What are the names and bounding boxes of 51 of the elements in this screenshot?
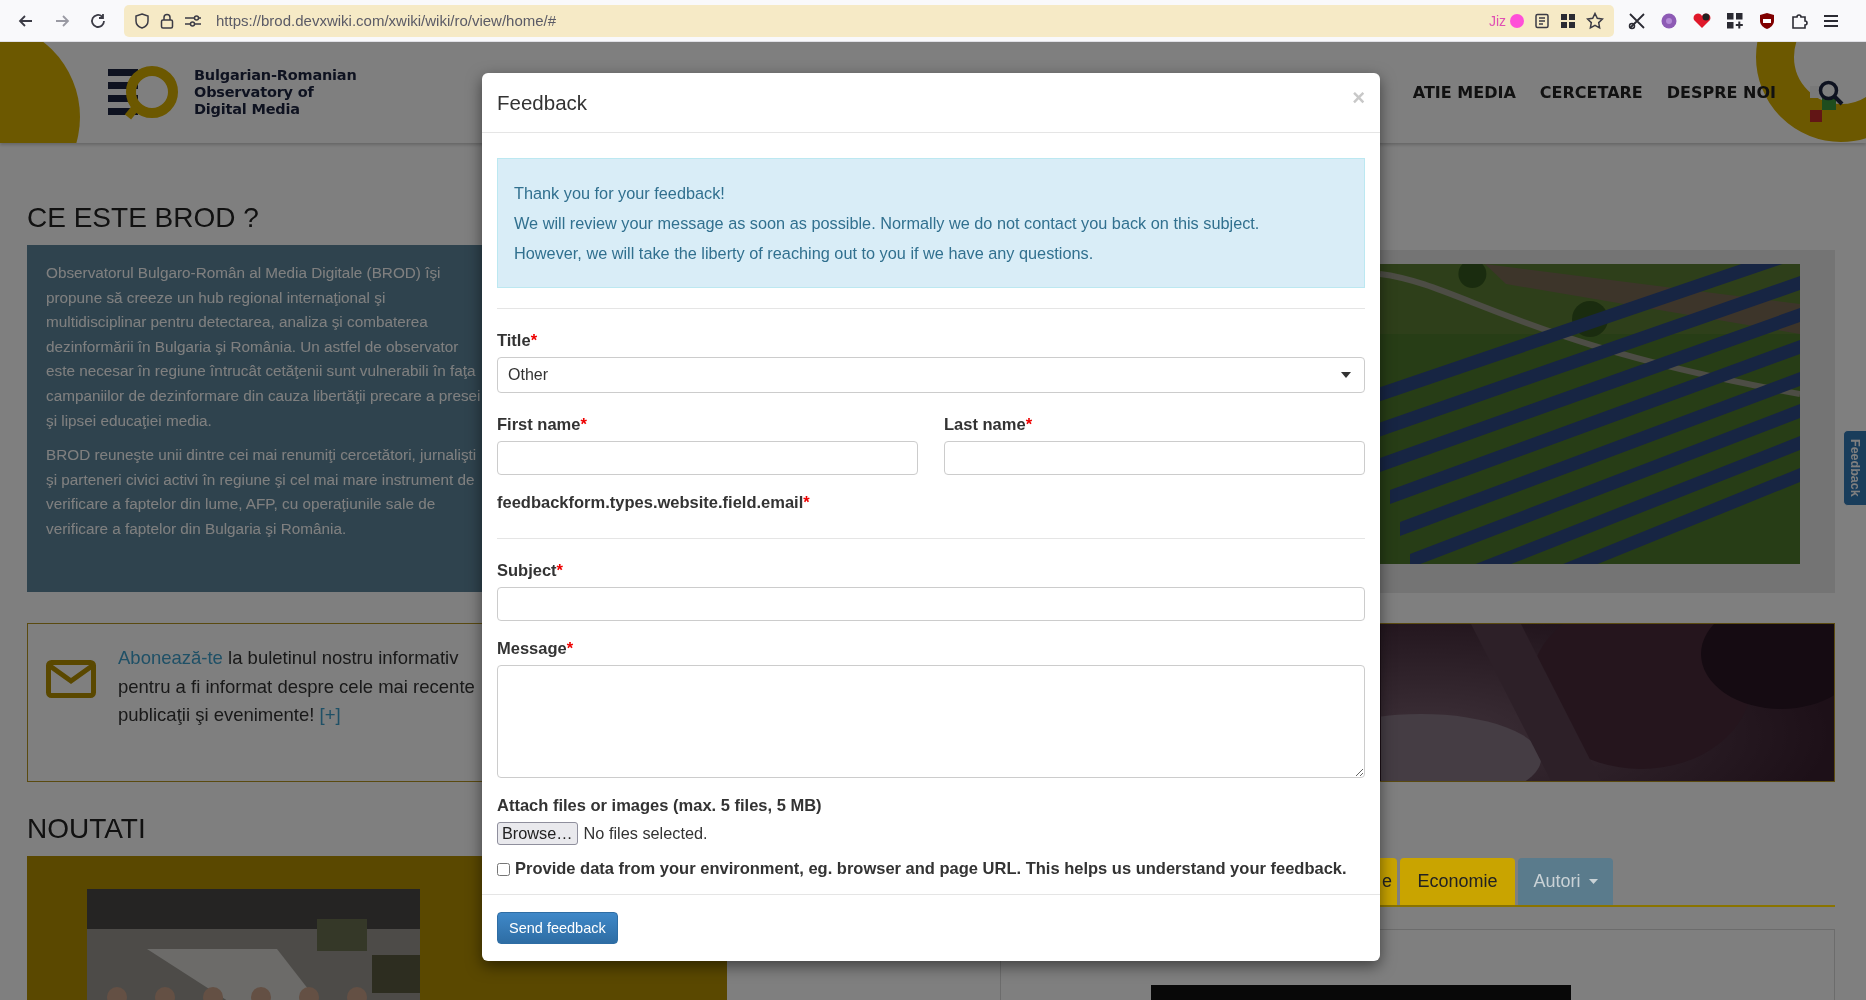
lock-icon[interactable] bbox=[160, 12, 174, 29]
field-label: Message* bbox=[497, 638, 575, 659]
nav-link[interactable]: ATIE MEDIA bbox=[1412, 83, 1516, 102]
grid-icon[interactable] bbox=[1560, 12, 1576, 29]
field-label: Subject* bbox=[497, 560, 565, 581]
alert-text: However, we will take the liberty of reaching out to you if we have any questions. bbox=[514, 243, 1095, 264]
nav-link[interactable]: CERCETARE bbox=[1539, 83, 1643, 102]
shield-badge-icon[interactable] bbox=[1758, 11, 1776, 30]
envelope-icon bbox=[46, 660, 96, 698]
search-icon[interactable] bbox=[1818, 79, 1844, 106]
about-paragraph: Observatorul Bulgaro-Român al Media Digitale (BROD) îşi propune să creeze un hub regional internaţional şi multidisciplinar pentru detectarea, analiza şi combaterea dezinformării în Bulgaria şi România. Un astfel de observator este necesar în regiune întrucât cetăţenii sunt vulnerabili în faţa campaniilor de dezinformare din cauza libertăţii precare a presei şi lipsei educaţiei media. bbox=[46, 263, 482, 431]
scissors-icon[interactable] bbox=[1628, 11, 1646, 30]
text-field[interactable] bbox=[497, 441, 918, 475]
caret-icon bbox=[1341, 372, 1351, 378]
shield-icon[interactable] bbox=[134, 12, 150, 29]
address-bar-url[interactable]: https://brod.devxwiki.com/xwiki/wiki/ro/view/home/# bbox=[216, 12, 557, 29]
star-icon[interactable] bbox=[1586, 11, 1604, 30]
file-status: No files selected. bbox=[583, 824, 708, 843]
alert-text: We will review your message as soon as possible. Normally we do not contact you back on this subject. bbox=[514, 213, 1261, 234]
field-label: Last name* bbox=[944, 414, 1034, 435]
subject-field[interactable] bbox=[497, 587, 1365, 621]
alert-text: Thank you for your feedback! bbox=[514, 183, 726, 204]
send-feedback-button[interactable]: Send feedback bbox=[497, 912, 618, 944]
browse-button[interactable]: Browse… bbox=[497, 822, 578, 845]
dropdown-tab[interactable]: Autori bbox=[1518, 858, 1613, 905]
section-heading: CE ESTE BROD ? bbox=[27, 201, 259, 235]
field-label: feedbackform.types.website.field.email* bbox=[497, 492, 811, 513]
permissions-icon[interactable] bbox=[184, 13, 202, 28]
dot-icon[interactable] bbox=[1510, 13, 1524, 28]
puzzle-icon[interactable] bbox=[1790, 11, 1808, 30]
field-label: Title* bbox=[497, 330, 539, 351]
title-select[interactable]: Other bbox=[497, 357, 1365, 393]
checkbox[interactable] bbox=[497, 863, 510, 876]
text-field[interactable] bbox=[944, 441, 1365, 475]
dialog-title: Feedback bbox=[497, 90, 588, 115]
category-tab[interactable]: Economie bbox=[1400, 858, 1515, 905]
field-label: Attach files or images (max. 5 files, 5 MB) bbox=[497, 795, 823, 816]
logo-text[interactable]: Bulgarian-Romanian Observatory of Digital Media bbox=[194, 67, 357, 118]
message-field[interactable] bbox=[497, 665, 1365, 778]
about-paragraph: BROD reuneşte unii dintre cei mai renumiţi cercetători, jurnalişti şi parteneri civici activi în regiune şi cel mai mare instrument de verificare a faptelor din lume, AFP, cu operaţiunile sale de verificare a faptelor din Bulgaria şi România. bbox=[46, 445, 478, 539]
circle-icon[interactable] bbox=[1660, 11, 1678, 30]
field-label: First name* bbox=[497, 414, 588, 435]
grid-plus-icon[interactable] bbox=[1726, 11, 1744, 30]
reader-view-icon[interactable] bbox=[1534, 12, 1550, 29]
caret-icon bbox=[1588, 879, 1598, 884]
feedback-tab[interactable]: Feedback bbox=[1843, 430, 1866, 506]
extension-label[interactable]: Jiz bbox=[1488, 12, 1506, 29]
checkbox-label: Provide data from your environment, eg. browser and page URL. This helps us understand your feedback. bbox=[515, 859, 1347, 878]
reload-icon[interactable] bbox=[89, 11, 107, 30]
heart-badge-icon[interactable] bbox=[1692, 11, 1712, 30]
section-heading: NOUTATI bbox=[27, 812, 146, 846]
